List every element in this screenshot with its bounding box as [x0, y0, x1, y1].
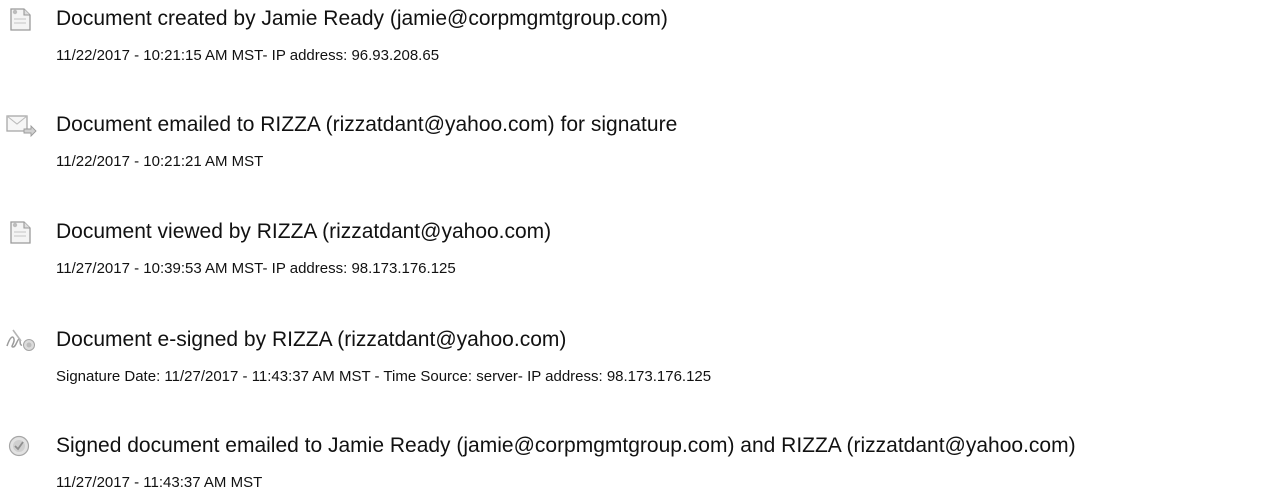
document-viewed-icon: [4, 217, 38, 245]
event-detail: 11/27/2017 - 10:39:53 AM MST- IP address…: [56, 260, 456, 277]
document-created-icon: [4, 4, 38, 32]
event-title: Document e-signed by RIZZA (rizzatdant@y…: [56, 328, 567, 351]
event-detail: 11/22/2017 - 10:21:21 AM MST: [56, 153, 264, 170]
event-detail: Signature Date: 11/27/2017 - 11:43:37 AM…: [56, 368, 712, 385]
event-detail: 11/27/2017 - 11:43:37 AM MST: [56, 474, 263, 491]
event-title: Document emailed to RIZZA (rizzatdant@ya…: [56, 113, 678, 136]
event-title: Document created by Jamie Ready (jamie@c…: [56, 7, 668, 30]
event-title: Document viewed by RIZZA (rizzatdant@yah…: [56, 220, 552, 243]
document-emailed-icon: [4, 110, 38, 138]
document-esigned-icon: [4, 325, 38, 353]
event-title: Signed document emailed to Jamie Ready (…: [56, 434, 1076, 457]
signed-document-emailed-icon: [4, 431, 38, 459]
audit-trail: Document created by Jamie Ready (jamie@c…: [0, 0, 1277, 504]
event-detail: 11/22/2017 - 10:21:15 AM MST- IP address…: [56, 47, 440, 64]
